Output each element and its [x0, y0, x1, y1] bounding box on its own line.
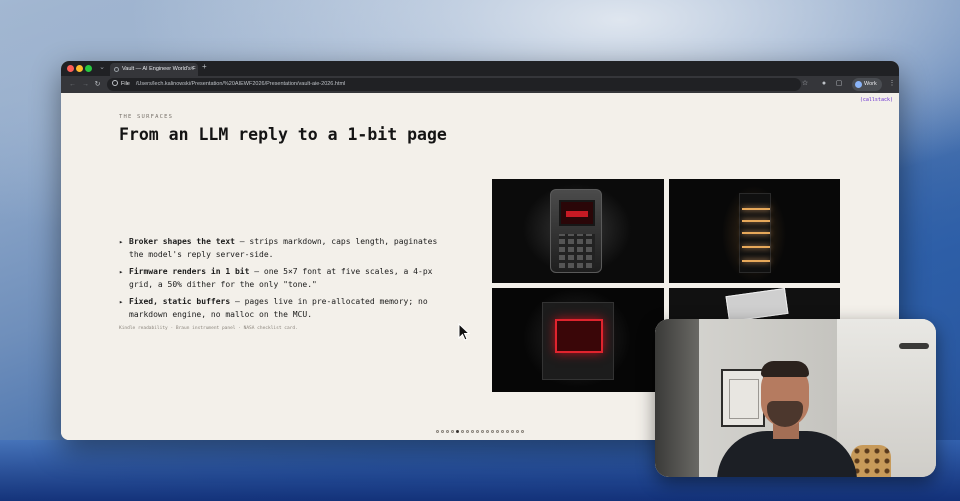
reload-icon[interactable]: ↻ — [93, 80, 102, 89]
bullet-item: Fixed, static buffers — pages live in pr… — [119, 296, 449, 321]
red-screen-box-image — [492, 288, 664, 392]
pagination-dot[interactable] — [466, 430, 469, 433]
slide-pagination[interactable] — [436, 430, 524, 434]
pagination-dot[interactable] — [436, 430, 439, 433]
pagination-dot[interactable] — [481, 430, 484, 433]
extension-icon[interactable]: ● — [819, 79, 829, 89]
globe-icon — [114, 67, 119, 72]
tab-bar: ⌄ Vault — AI Engineer World's F × + — [61, 61, 899, 76]
webcam-overlay — [655, 319, 936, 477]
bullet-bold: Firmware renders in 1 bit — [129, 267, 250, 276]
pagination-dot[interactable] — [491, 430, 494, 433]
profile-button[interactable]: Work — [852, 78, 882, 91]
pagination-dot[interactable] — [471, 430, 474, 433]
pagination-dot[interactable] — [476, 430, 479, 433]
bookmark-star-icon[interactable]: ☆ — [800, 79, 810, 89]
maximize-window-button[interactable] — [85, 65, 92, 72]
profile-label: Work — [864, 81, 877, 87]
close-window-button[interactable] — [67, 65, 74, 72]
forward-arrow-icon[interactable]: → — [81, 80, 90, 89]
bullet-bold: Fixed, static buffers — [129, 297, 231, 306]
info-icon[interactable] — [112, 80, 118, 86]
tab-search-icon[interactable]: ⌄ — [97, 63, 107, 73]
pagination-dot[interactable] — [496, 430, 499, 433]
pagination-dot[interactable] — [456, 430, 459, 433]
pagination-dot[interactable] — [486, 430, 489, 433]
bullet-item: Firmware renders in 1 bit — one 5×7 font… — [119, 266, 449, 291]
bullet-list: Broker shapes the text — strips markdown… — [119, 236, 449, 326]
pagination-dot[interactable] — [461, 430, 464, 433]
callstack-watermark: (callstack) — [859, 97, 893, 103]
slide-eyebrow: THE SURFACES — [119, 114, 174, 120]
bullet-bold: Broker shapes the text — [129, 237, 235, 246]
sidebar-icon[interactable]: ▢ — [834, 79, 844, 89]
pagination-dot[interactable] — [516, 430, 519, 433]
browser-toolbar: ← → ↻ File/Users/lech.kalinowski/Present… — [61, 76, 899, 93]
pagination-dot[interactable] — [521, 430, 524, 433]
wall-frame — [721, 369, 765, 427]
bullet-item: Broker shapes the text — strips markdown… — [119, 236, 449, 261]
url-protocol: File — [121, 81, 130, 87]
avatar — [855, 81, 862, 88]
address-bar[interactable]: File/Users/lech.kalinowski/Presentation/… — [107, 78, 801, 91]
minimize-window-button[interactable] — [76, 65, 83, 72]
handheld-terminal-image — [492, 179, 664, 283]
kebab-menu-icon[interactable]: ⋮ — [887, 79, 897, 89]
back-arrow-icon[interactable]: ← — [68, 80, 77, 89]
new-tab-icon[interactable]: + — [202, 62, 207, 71]
close-tab-icon[interactable]: × — [190, 63, 194, 76]
slide-title: From an LLM reply to a 1-bit page — [119, 125, 447, 144]
mouse-cursor-icon — [458, 323, 470, 341]
pagination-dot[interactable] — [506, 430, 509, 433]
pagination-dot[interactable] — [441, 430, 444, 433]
pagination-dot[interactable] — [511, 430, 514, 433]
tab-title: Vault — AI Engineer World's F — [122, 66, 196, 72]
pagination-dot[interactable] — [446, 430, 449, 433]
glowing-rack-image — [669, 179, 840, 283]
slide-caption: Kindle readability · Braun instrument pa… — [119, 326, 298, 331]
pagination-dot[interactable] — [501, 430, 504, 433]
pagination-dot[interactable] — [451, 430, 454, 433]
tab-vault[interactable]: Vault — AI Engineer World's F × — [110, 63, 198, 76]
url-text: /Users/lech.kalinowski/Presentation/%20A… — [135, 81, 346, 87]
